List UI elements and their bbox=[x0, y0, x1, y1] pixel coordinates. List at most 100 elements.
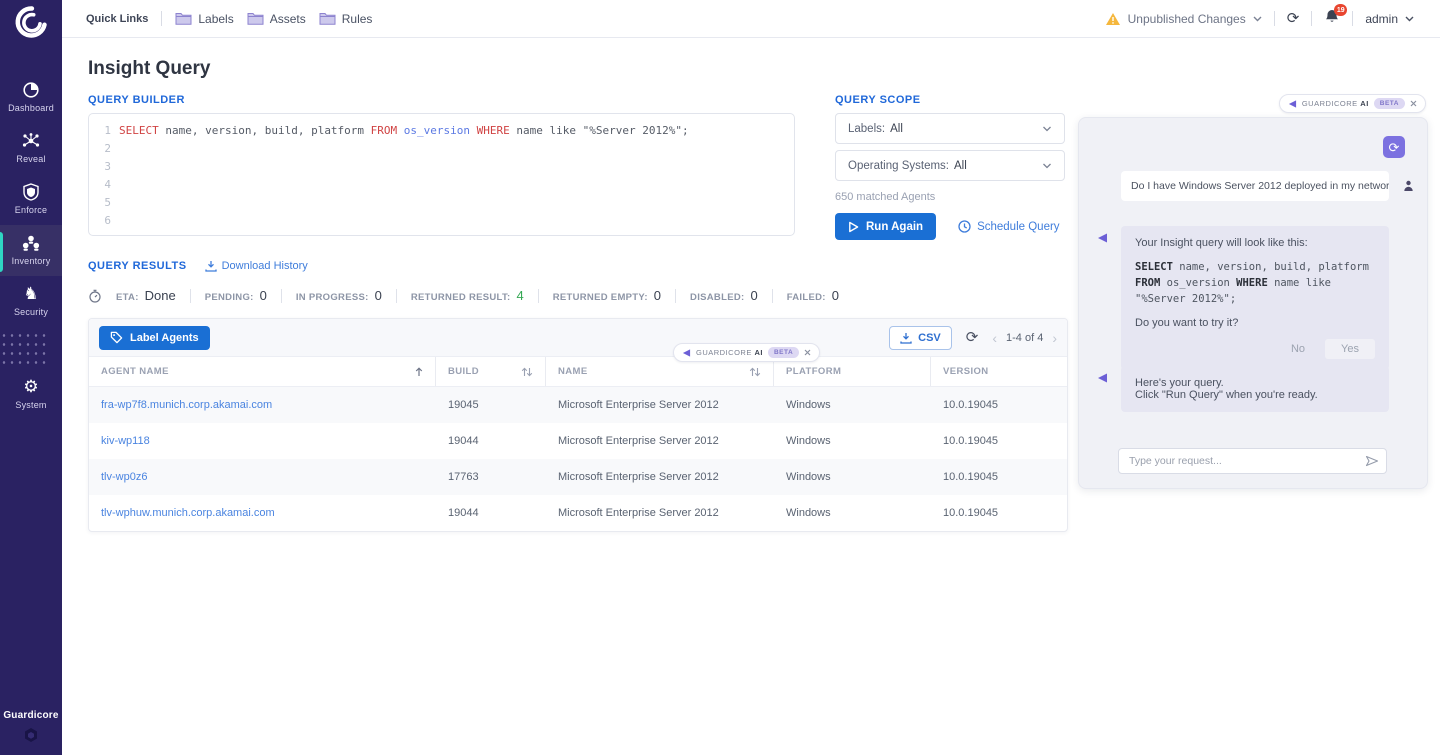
query-results-heading: QUERY RESULTS bbox=[88, 260, 187, 272]
close-icon[interactable] bbox=[1410, 100, 1417, 107]
sidebar-nav: Dashboard Reveal Enforce Inventory bbox=[0, 72, 62, 420]
status-label: RETURNED EMPTY: bbox=[553, 292, 648, 303]
run-again-button[interactable]: Run Again bbox=[835, 213, 936, 240]
sql-text: os_version bbox=[1160, 277, 1236, 289]
platform-cell: Windows bbox=[774, 459, 931, 495]
akamai-swirl-icon bbox=[13, 4, 49, 40]
chevron-down-icon bbox=[1253, 16, 1262, 22]
sync-icon[interactable]: ⟳ bbox=[1287, 11, 1300, 26]
status-value: 0 bbox=[375, 288, 382, 303]
sidebar-item-label: System bbox=[15, 400, 46, 410]
send-icon[interactable] bbox=[1365, 455, 1379, 467]
download-history-link[interactable]: Download History bbox=[205, 260, 308, 272]
close-icon[interactable] bbox=[804, 349, 811, 356]
sql-editor[interactable]: 1 2 3 4 5 6 SELECT name, version, build,… bbox=[88, 113, 795, 236]
notifications-button[interactable]: 19 bbox=[1324, 8, 1340, 29]
query-status-row: ETA: Done PENDING: 0 IN PROGRESS: 0 RETU… bbox=[88, 288, 839, 303]
yes-button[interactable]: Yes bbox=[1325, 339, 1375, 359]
next-page-icon[interactable]: › bbox=[1052, 331, 1057, 345]
new-chat-button[interactable]: ⟳ bbox=[1383, 136, 1405, 158]
query-builder-heading: QUERY BUILDER bbox=[88, 94, 185, 106]
reveal-icon bbox=[21, 132, 41, 150]
topbar-item-rules[interactable]: Rules bbox=[319, 12, 373, 26]
sort-both-icon[interactable] bbox=[521, 367, 533, 377]
user-menu[interactable]: admin bbox=[1365, 12, 1414, 26]
sidebar-item-inventory[interactable]: Inventory bbox=[0, 225, 62, 276]
chat-input-container bbox=[1118, 448, 1387, 474]
sidebar-item-security[interactable]: ♞ Security bbox=[0, 276, 62, 327]
refresh-table-icon[interactable]: ⟳ bbox=[966, 330, 979, 345]
status-value: 0 bbox=[832, 288, 839, 303]
schedule-query-label: Schedule Query bbox=[977, 221, 1059, 233]
scope-actions: Run Again Schedule Query bbox=[835, 213, 1095, 240]
column-label: NAME bbox=[558, 366, 588, 377]
stopwatch-icon bbox=[88, 289, 102, 303]
agent-name-link[interactable]: fra-wp7f8.munich.corp.akamai.com bbox=[89, 387, 436, 423]
platform-cell: Windows bbox=[774, 495, 931, 531]
no-button[interactable]: No bbox=[1291, 343, 1305, 355]
notification-badge: 19 bbox=[1334, 4, 1347, 16]
unpublished-changes-dropdown[interactable]: Unpublished Changes bbox=[1105, 12, 1262, 26]
labels-filter-dropdown[interactable]: Labels: All bbox=[835, 113, 1065, 144]
system-gear-icon: ⚙ bbox=[23, 378, 38, 396]
agent-name-link[interactable]: tlv-wp0z6 bbox=[89, 459, 436, 495]
version-cell: 10.0.19045 bbox=[931, 495, 1067, 531]
sort-asc-icon[interactable] bbox=[415, 367, 423, 377]
matched-agents-count: 650 matched Agents bbox=[835, 191, 935, 203]
ai-code-block: SELECT name, version, build, platform FR… bbox=[1135, 259, 1375, 307]
pagination: ‹ 1-4 of 4 › bbox=[992, 331, 1057, 345]
status-pending: PENDING: 0 bbox=[205, 288, 267, 303]
csv-label: CSV bbox=[918, 332, 941, 344]
agent-name-link[interactable]: tlv-wphuw.munich.corp.akamai.com bbox=[89, 495, 436, 531]
topbar-item-assets[interactable]: Assets bbox=[247, 12, 306, 26]
user-message-bubble: Do I have Windows Server 2012 deployed i… bbox=[1121, 171, 1389, 201]
sidebar-item-dashboard[interactable]: Dashboard bbox=[0, 72, 62, 123]
divider bbox=[1311, 11, 1312, 26]
status-label: ETA: bbox=[116, 292, 139, 303]
build-cell: 19044 bbox=[436, 495, 546, 531]
previous-page-icon[interactable]: ‹ bbox=[992, 331, 997, 345]
label-agents-button[interactable]: Label Agents bbox=[99, 326, 210, 350]
results-table-card: Label Agents GUARDICORE AI BETA CSV ⟳ ‹ … bbox=[88, 318, 1068, 532]
chat-input[interactable] bbox=[1118, 448, 1387, 474]
agent-name-link[interactable]: kiv-wp118 bbox=[89, 423, 436, 459]
table-row[interactable]: kiv-wp118 19044 Microsoft Enterprise Ser… bbox=[89, 423, 1067, 459]
topbar-item-labels[interactable]: Labels bbox=[175, 12, 233, 26]
table-row[interactable]: fra-wp7f8.munich.corp.akamai.com 19045 M… bbox=[89, 387, 1067, 423]
divider bbox=[161, 11, 162, 26]
ai-message-question: Do you want to try it? bbox=[1135, 317, 1375, 329]
sidebar-item-label: Enforce bbox=[15, 205, 47, 215]
download-icon bbox=[900, 332, 912, 344]
folder-icon bbox=[319, 12, 336, 25]
column-header-build[interactable]: BUILD bbox=[436, 357, 546, 386]
quick-links-button[interactable]: Quick Links bbox=[86, 13, 148, 25]
sidebar-item-reveal[interactable]: Reveal bbox=[0, 123, 62, 174]
divider bbox=[396, 289, 397, 303]
sidebar-item-system[interactable]: ⚙ System bbox=[0, 369, 62, 420]
schedule-query-button[interactable]: Schedule Query bbox=[958, 220, 1059, 233]
status-value: 0 bbox=[750, 288, 757, 303]
labels-filter-value: All bbox=[890, 123, 903, 135]
column-header-version[interactable]: VERSION bbox=[931, 357, 1067, 386]
status-value: 0 bbox=[260, 288, 267, 303]
table-row[interactable]: tlv-wp0z6 17763 Microsoft Enterprise Ser… bbox=[89, 459, 1067, 495]
ai-triangle-icon bbox=[1288, 100, 1297, 108]
sort-both-icon[interactable] bbox=[749, 367, 761, 377]
status-label: PENDING: bbox=[205, 292, 254, 303]
column-header-agent-name[interactable]: AGENT NAME bbox=[89, 357, 436, 386]
akamai-logo[interactable] bbox=[0, 0, 62, 44]
user-label: admin bbox=[1365, 12, 1398, 26]
divider bbox=[772, 289, 773, 303]
line-number: 5 bbox=[99, 194, 111, 212]
build-cell: 17763 bbox=[436, 459, 546, 495]
build-cell: 19045 bbox=[436, 387, 546, 423]
csv-export-button[interactable]: CSV bbox=[889, 326, 952, 350]
ai-avatar-icon bbox=[1097, 370, 1108, 388]
table-row[interactable]: tlv-wphuw.munich.corp.akamai.com 19044 M… bbox=[89, 495, 1067, 531]
os-filter-dropdown[interactable]: Operating Systems: All bbox=[835, 150, 1065, 181]
download-history-label: Download History bbox=[222, 260, 308, 272]
os-filter-label: Operating Systems: bbox=[848, 160, 949, 172]
user-avatar-icon bbox=[1403, 179, 1414, 197]
sql-text: name like "%Server 2012%"; bbox=[510, 124, 689, 137]
sidebar-item-enforce[interactable]: Enforce bbox=[0, 174, 62, 225]
